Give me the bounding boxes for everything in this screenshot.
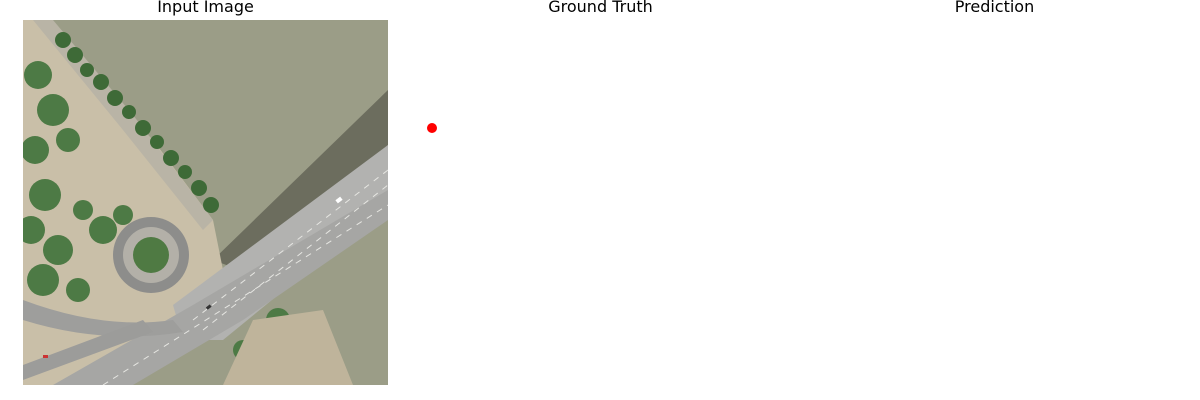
ground-truth-marker	[427, 123, 437, 133]
ground-truth-title: Ground Truth	[548, 0, 653, 16]
prediction-title: Prediction	[954, 0, 1035, 16]
aerial-image	[23, 20, 388, 385]
input-image-title: Input Image	[157, 0, 254, 16]
prediction-panel	[812, 20, 1177, 385]
input-image-panel	[23, 20, 388, 385]
ground-truth-canvas	[427, 123, 437, 133]
vehicle	[43, 355, 48, 358]
prediction-canvas	[812, 20, 1177, 385]
ground-truth-panel	[418, 20, 783, 385]
